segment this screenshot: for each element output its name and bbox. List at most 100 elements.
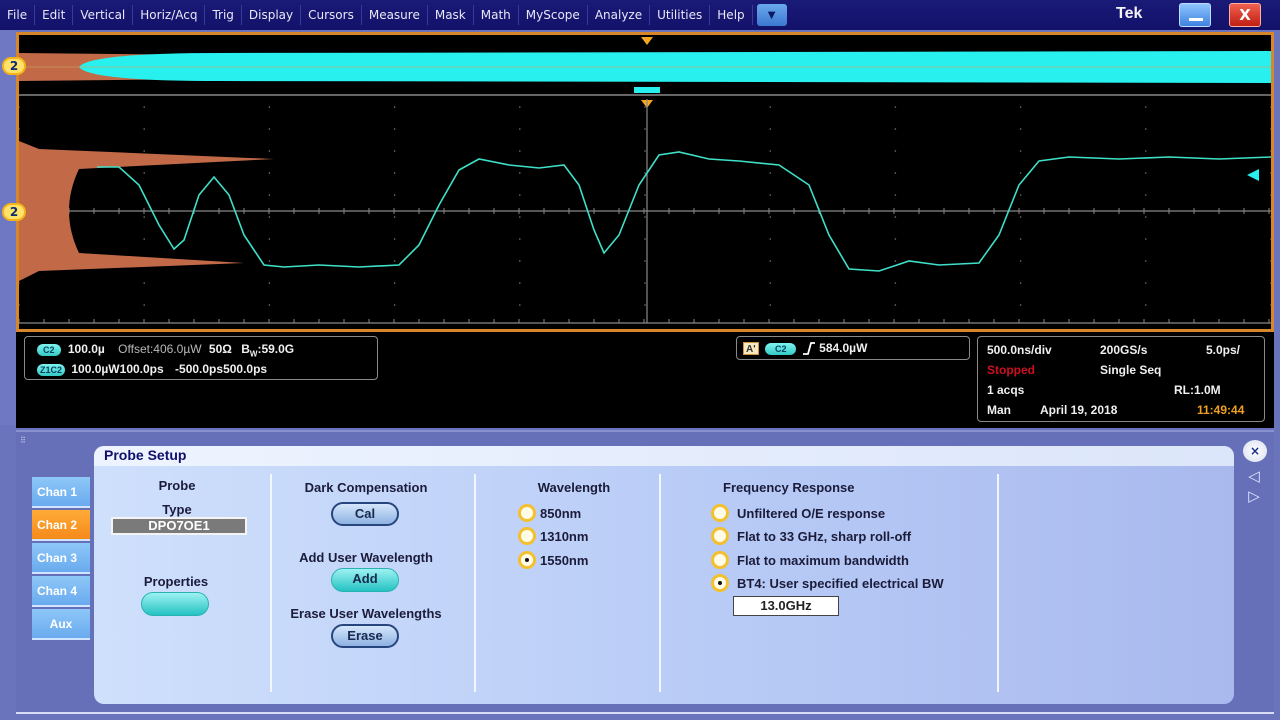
menu-measure[interactable]: Measure bbox=[362, 5, 428, 25]
erase-button[interactable]: Erase bbox=[331, 624, 399, 648]
tab-chan-1[interactable]: Chan 1 bbox=[32, 477, 90, 508]
label-flat-max-bw[interactable]: Flat to maximum bandwidth bbox=[737, 553, 909, 568]
menu-horiz-acq[interactable]: Horiz/Acq bbox=[133, 5, 206, 25]
graticule-dot bbox=[393, 304, 396, 306]
menu-vertical[interactable]: Vertical bbox=[73, 5, 134, 25]
graticule-dot bbox=[143, 216, 145, 218]
graticule-dot bbox=[143, 106, 145, 108]
column-divider bbox=[659, 474, 661, 692]
graticule-dot bbox=[143, 172, 145, 174]
radio-bt4-user-bw[interactable] bbox=[711, 574, 729, 592]
channel-2-ground-marker[interactable]: 2 bbox=[2, 203, 26, 221]
channel-2-overview-marker[interactable]: 2 bbox=[2, 57, 26, 75]
radio-850nm[interactable] bbox=[518, 504, 536, 522]
close-panel-button[interactable]: × bbox=[1243, 440, 1267, 462]
label-850nm[interactable]: 850nm bbox=[540, 506, 581, 521]
date: April 19, 2018 bbox=[1040, 403, 1118, 417]
label-unfiltered[interactable]: Unfiltered O/E response bbox=[737, 506, 885, 521]
graticule-dot bbox=[769, 150, 771, 152]
zoom-scale: 100.0µW bbox=[71, 362, 120, 376]
graticule-dot bbox=[894, 128, 897, 130]
graticule-dot bbox=[769, 238, 771, 240]
waveform-display[interactable] bbox=[16, 32, 1274, 332]
graticule-dot bbox=[393, 150, 396, 152]
tab-chan-2[interactable]: Chan 2 bbox=[32, 510, 90, 541]
graticule-dot bbox=[143, 150, 145, 152]
tab-aux[interactable]: Aux bbox=[32, 609, 90, 640]
cal-button[interactable]: Cal bbox=[331, 502, 399, 526]
control-panel: ⠿ Chan 1 Chan 2 Chan 3 Chan 4 Aux Probe … bbox=[16, 430, 1274, 714]
graticule-dot bbox=[644, 150, 646, 152]
graticule-dot bbox=[1145, 260, 1147, 262]
graticule-dot bbox=[393, 106, 396, 108]
graticule-dot bbox=[1019, 150, 1022, 152]
reference-level-arrow bbox=[1247, 169, 1259, 181]
graticule-dot bbox=[644, 172, 646, 174]
tab-chan-4[interactable]: Chan 4 bbox=[32, 576, 90, 607]
add-user-wavelength-heading: Add User Wavelength bbox=[299, 550, 433, 565]
menu-myscope[interactable]: MyScope bbox=[519, 5, 588, 25]
graticule-dot bbox=[519, 150, 521, 152]
label-flat-33ghz[interactable]: Flat to 33 GHz, sharp roll-off bbox=[737, 529, 911, 544]
acquisition-readout[interactable]: 500.0ns/div 200GS/s 5.0ps/ Stopped Singl… bbox=[977, 336, 1265, 422]
graticule-dot bbox=[393, 172, 396, 174]
graticule-dot bbox=[1019, 238, 1022, 240]
graticule-dot bbox=[393, 238, 396, 240]
radio-flat-max-bw[interactable] bbox=[711, 551, 729, 569]
graticule-dot bbox=[1270, 128, 1271, 130]
menu-edit[interactable]: Edit bbox=[35, 5, 74, 25]
brand-logo: Tek bbox=[1116, 5, 1143, 22]
drag-grip-icon[interactable]: ⠿ bbox=[20, 436, 26, 445]
graticule-dot bbox=[519, 194, 521, 196]
menu-display[interactable]: Display bbox=[242, 5, 302, 25]
add-button[interactable]: Add bbox=[331, 568, 399, 592]
graticule-dot bbox=[894, 282, 897, 284]
trigger-source-badge: A' bbox=[743, 342, 759, 356]
label-bt4-user-bw[interactable]: BT4: User specified electrical BW bbox=[737, 576, 944, 591]
trigger-readout[interactable]: A' C2 584.0µW bbox=[736, 336, 970, 360]
radio-flat-33ghz[interactable] bbox=[711, 527, 729, 545]
menu-analyze[interactable]: Analyze bbox=[588, 5, 651, 25]
properties-button[interactable] bbox=[141, 592, 209, 616]
menu-cursors[interactable]: Cursors bbox=[301, 5, 362, 25]
menu-file[interactable]: File bbox=[0, 5, 36, 25]
menu-utilities[interactable]: Utilities bbox=[650, 5, 711, 25]
menu-help[interactable]: Help bbox=[710, 5, 753, 25]
menu-bar: File Edit Vertical Horiz/Acq Trig Displa… bbox=[0, 0, 1280, 30]
menu-trig[interactable]: Trig bbox=[205, 5, 242, 25]
label-1310nm[interactable]: 1310nm bbox=[540, 529, 588, 544]
graticule-dot bbox=[19, 106, 20, 108]
graticule-dot bbox=[268, 282, 271, 284]
channel-readout[interactable]: C2 100.0µ Offset:406.0µW 50Ω BW:59.0G Z1… bbox=[24, 336, 378, 380]
next-arrow-icon[interactable]: ▷ bbox=[1245, 488, 1263, 504]
menu-math[interactable]: Math bbox=[474, 5, 519, 25]
tab-chan-3[interactable]: Chan 3 bbox=[32, 543, 90, 574]
user-bandwidth-input[interactable]: 13.0GHz bbox=[733, 596, 839, 616]
graticule-dot bbox=[894, 106, 897, 108]
radio-unfiltered[interactable] bbox=[711, 504, 729, 522]
radio-1310nm[interactable] bbox=[518, 527, 536, 545]
graticule-dot bbox=[644, 238, 646, 240]
graticule-dot bbox=[644, 106, 646, 108]
dialog-title: Probe Setup bbox=[104, 447, 187, 463]
graticule-dot bbox=[268, 128, 271, 130]
graticule-dot bbox=[1270, 150, 1271, 152]
impedance-readout: 50Ω bbox=[208, 342, 232, 356]
label-1550nm[interactable]: 1550nm bbox=[540, 553, 588, 568]
bandwidth-readout: BW:59.0G bbox=[241, 342, 295, 359]
prev-arrow-icon[interactable]: ◁ bbox=[1245, 468, 1263, 484]
column-divider bbox=[474, 474, 476, 692]
graticule-dot bbox=[1145, 216, 1147, 218]
graticule-dot bbox=[143, 282, 145, 284]
close-window-button[interactable]: X bbox=[1229, 3, 1261, 27]
record-length: RL:1.0M bbox=[1174, 383, 1221, 397]
graticule-dot bbox=[894, 150, 897, 152]
menu-mask[interactable]: Mask bbox=[428, 5, 474, 25]
graticule-dot bbox=[1270, 194, 1271, 196]
oscilloscope-app: File Edit Vertical Horiz/Acq Trig Displa… bbox=[0, 0, 1280, 720]
menu-dropdown-button[interactable]: ▼ bbox=[756, 4, 787, 26]
sample-rate: 200GS/s bbox=[1100, 343, 1148, 357]
radio-1550nm[interactable] bbox=[518, 551, 536, 569]
probe-heading: Probe bbox=[158, 478, 196, 493]
minimize-button[interactable] bbox=[1179, 3, 1211, 27]
